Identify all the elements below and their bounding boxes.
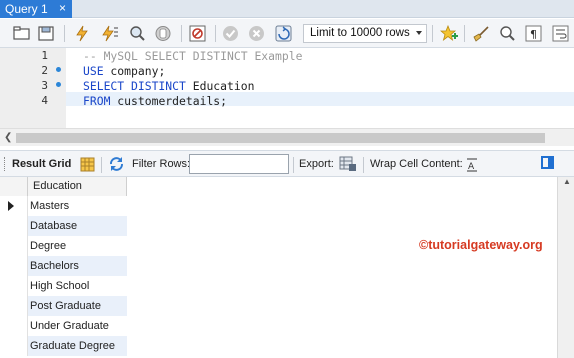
export-icon[interactable] bbox=[338, 155, 357, 173]
bookmark-star-icon[interactable] bbox=[439, 24, 458, 42]
sql-keyword: FROM bbox=[83, 94, 111, 108]
chevron-down-icon bbox=[416, 31, 422, 35]
row-selector[interactable] bbox=[0, 296, 28, 316]
row-selector[interactable] bbox=[0, 336, 28, 356]
toolbar-separator bbox=[464, 25, 465, 42]
row-selector[interactable] bbox=[0, 236, 28, 256]
table-cell[interactable]: Bachelors bbox=[28, 256, 127, 276]
line-number: 4 bbox=[41, 94, 48, 107]
table-row[interactable]: Masters bbox=[0, 196, 127, 216]
table-cell[interactable]: Degree bbox=[28, 236, 127, 256]
tab-close-icon[interactable]: × bbox=[59, 1, 66, 15]
table-cell[interactable]: Masters bbox=[28, 196, 127, 216]
table-row[interactable]: High School bbox=[0, 276, 127, 296]
grid-view-icon[interactable] bbox=[78, 155, 97, 173]
toolbar-separator bbox=[181, 25, 182, 42]
table-cell[interactable]: Post Graduate bbox=[28, 296, 127, 316]
table-row[interactable]: Graduate Degree bbox=[0, 336, 127, 356]
result-toolbar: Result Grid Filter Rows: Export: Wrap Ce… bbox=[0, 150, 574, 177]
autocommit-icon[interactable] bbox=[274, 24, 293, 42]
grid-header: Education bbox=[0, 177, 127, 196]
execute-current-icon[interactable] bbox=[100, 24, 119, 42]
toolbar-separator bbox=[432, 25, 433, 42]
scroll-up-icon[interactable]: ▲ bbox=[563, 177, 571, 186]
toggle-output-icon[interactable] bbox=[188, 24, 207, 42]
refresh-icon[interactable] bbox=[107, 155, 126, 173]
table-row[interactable]: Database bbox=[0, 216, 127, 236]
wrap-icon[interactable] bbox=[551, 24, 570, 42]
sql-keyword: USE bbox=[83, 64, 104, 78]
tab-title: Query 1 bbox=[5, 2, 48, 16]
column-header-education[interactable]: Education bbox=[28, 177, 127, 196]
table-row[interactable]: Under Graduate bbox=[0, 316, 127, 336]
table-cell[interactable]: Database bbox=[28, 216, 127, 236]
row-selector[interactable] bbox=[0, 316, 28, 336]
rollback-icon[interactable] bbox=[247, 24, 266, 42]
sql-editor-toolbar: Limit to 10000 rows ¶ bbox=[0, 19, 574, 48]
save-icon[interactable] bbox=[36, 24, 55, 42]
table-row[interactable]: Post Graduate bbox=[0, 296, 127, 316]
stop-icon[interactable] bbox=[153, 24, 172, 42]
table-row[interactable]: Degree bbox=[0, 236, 127, 256]
grid-vertical-scrollbar[interactable]: ▲ bbox=[557, 177, 574, 358]
line-number: 3 bbox=[41, 79, 48, 92]
tab-bar: Query 1 × bbox=[0, 0, 574, 18]
line-number-gutter: 1 2 3 4 bbox=[0, 48, 66, 128]
statement-marker-icon bbox=[56, 67, 61, 72]
sql-text: company; bbox=[103, 64, 166, 78]
row-selector[interactable] bbox=[0, 256, 28, 276]
invisible-chars-icon[interactable]: ¶ bbox=[524, 24, 543, 42]
toolbar-separator bbox=[215, 25, 216, 42]
toolbar-separator bbox=[293, 157, 294, 173]
beautify-icon[interactable] bbox=[471, 24, 490, 42]
row-selector[interactable] bbox=[0, 196, 28, 216]
code-line-1: -- MySQL SELECT DISTINCT Example bbox=[83, 49, 303, 63]
filter-rows-input[interactable] bbox=[189, 154, 289, 174]
drag-grip bbox=[4, 157, 6, 171]
toolbar-separator bbox=[101, 157, 102, 173]
result-grid-label[interactable]: Result Grid bbox=[12, 158, 71, 170]
wrap-cell-icon[interactable]: A bbox=[462, 155, 481, 173]
toggle-panel-icon[interactable] bbox=[541, 156, 554, 169]
sql-text: Education bbox=[185, 79, 255, 93]
statement-marker-icon bbox=[56, 82, 61, 87]
table-row[interactable]: Bachelors bbox=[0, 256, 127, 276]
open-folder-icon[interactable] bbox=[12, 24, 31, 42]
sql-text: customerdetails; bbox=[110, 94, 228, 108]
table-cell[interactable]: High School bbox=[28, 276, 127, 296]
scroll-left-icon[interactable]: ❮ bbox=[4, 132, 12, 143]
svg-text:¶: ¶ bbox=[530, 28, 537, 41]
filter-rows-label: Filter Rows: bbox=[132, 158, 191, 170]
line-number: 2 bbox=[41, 64, 48, 77]
limit-rows-value: Limit to 10000 rows bbox=[310, 27, 410, 39]
code-line-2: USE company; bbox=[83, 64, 165, 78]
table-cell[interactable]: Under Graduate bbox=[28, 316, 127, 336]
grid-corner[interactable] bbox=[0, 177, 28, 196]
editor-horizontal-scrollbar[interactable]: ❮ bbox=[0, 128, 574, 146]
sql-keyword: SELECT DISTINCT bbox=[83, 79, 186, 93]
scrollbar-thumb[interactable] bbox=[16, 133, 545, 143]
limit-rows-select[interactable]: Limit to 10000 rows bbox=[303, 24, 427, 43]
table-cell[interactable]: Graduate Degree bbox=[28, 336, 127, 356]
commit-icon[interactable] bbox=[221, 24, 240, 42]
wrap-cell-content-label: Wrap Cell Content: bbox=[370, 158, 463, 170]
execute-icon[interactable] bbox=[72, 24, 91, 42]
sql-editor[interactable]: 1 2 3 4 -- MySQL SELECT DISTINCT Example… bbox=[0, 48, 574, 128]
find-icon[interactable] bbox=[498, 24, 517, 42]
tab-query-1[interactable]: Query 1 × bbox=[0, 0, 72, 18]
watermark: ©tutorialgateway.org bbox=[419, 238, 543, 252]
explain-icon[interactable] bbox=[127, 24, 146, 42]
toolbar-separator bbox=[363, 157, 364, 173]
row-selector[interactable] bbox=[0, 216, 28, 236]
row-selector[interactable] bbox=[0, 276, 28, 296]
export-label: Export: bbox=[299, 158, 334, 170]
result-grid[interactable]: Education Masters Database Degree Bachelors… bbox=[0, 177, 556, 358]
code-line-3: SELECT DISTINCT Education bbox=[83, 79, 254, 93]
toolbar-separator bbox=[64, 25, 65, 42]
line-number: 1 bbox=[41, 49, 48, 62]
row-pointer-icon bbox=[8, 201, 14, 211]
code-line-4: FROM customerdetails; bbox=[83, 94, 227, 108]
